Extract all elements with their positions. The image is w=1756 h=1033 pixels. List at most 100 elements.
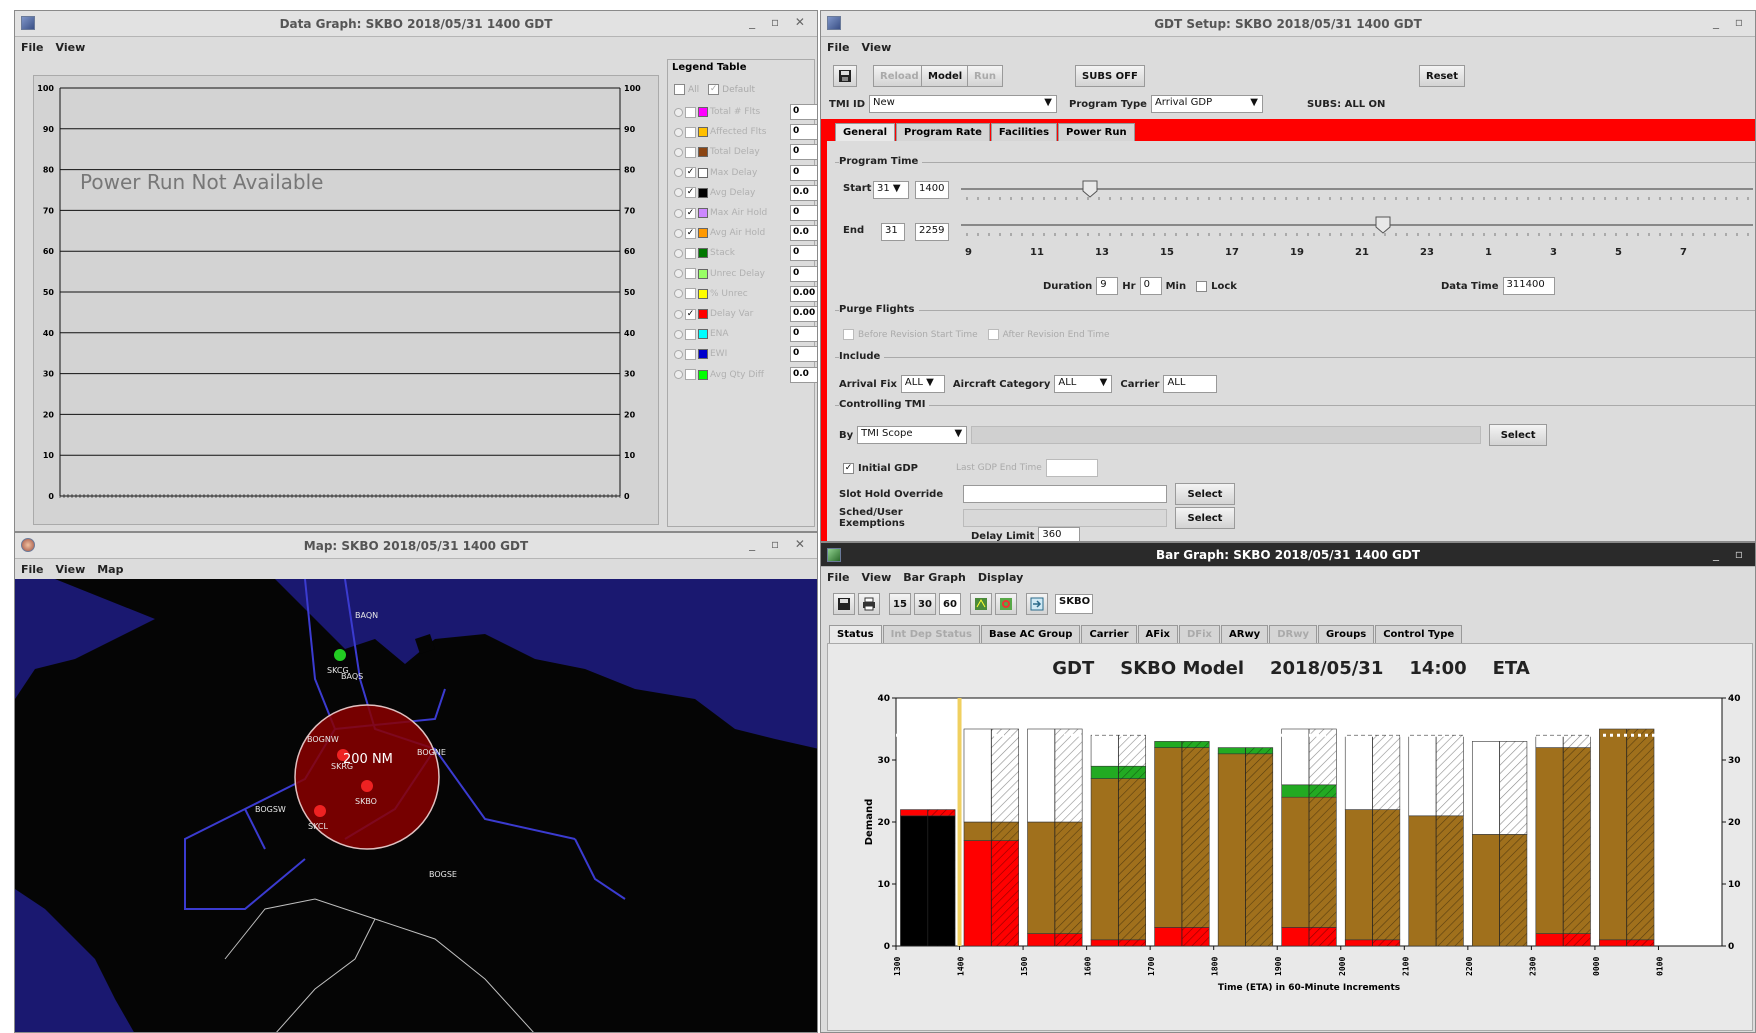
tab-afix[interactable]: AFix (1137, 625, 1178, 643)
legend-radio[interactable] (674, 107, 683, 117)
menu-file[interactable]: File (827, 571, 850, 584)
legend-checkbox[interactable]: ✓ (685, 207, 696, 219)
flights-button[interactable] (970, 593, 992, 615)
legend-row[interactable]: ✓ Avg Delay 0.0 (674, 184, 817, 201)
arrival-fix-select[interactable]: ALL ▼ (900, 375, 945, 393)
legend-radio[interactable] (674, 289, 683, 299)
menu-bar-graph[interactable]: Bar Graph (903, 571, 966, 584)
bin-15-button[interactable]: 15 (889, 593, 911, 615)
delay-limit-field[interactable]: 360 (1038, 527, 1081, 541)
legend-row[interactable]: ✓ Delay Var 0.00 (674, 306, 817, 322)
by-select[interactable]: TMI Scope ▼ (857, 426, 968, 444)
legend-row[interactable]: Total Delay 0 (674, 144, 817, 161)
window-controls-icon[interactable]: _ ▫ (1713, 547, 1749, 561)
start-time-field[interactable]: 1400 (915, 181, 949, 199)
legend-checkbox[interactable] (685, 268, 696, 280)
tab-status[interactable]: Status (829, 625, 882, 643)
duration-min-field[interactable]: 0 (1139, 277, 1162, 295)
menu-file[interactable]: File (21, 41, 44, 54)
end-slider-thumb[interactable] (1375, 216, 1391, 234)
legend-row[interactable]: ✓ Max Delay 0 (674, 164, 817, 181)
program-type-select[interactable]: Arrival GDP ▼ (1150, 95, 1263, 113)
tab-arwy[interactable]: ARwy (1221, 625, 1269, 643)
menu-file[interactable]: File (827, 41, 850, 54)
tab-int-dep-status[interactable]: Int Dep Status (882, 625, 980, 643)
run-button[interactable]: Run (967, 65, 1003, 87)
airport-marker-skcl[interactable] (314, 805, 326, 817)
menu-view[interactable]: View (56, 41, 86, 54)
slot-hold-field[interactable] (963, 485, 1167, 503)
bar-graph-titlebar[interactable]: Bar Graph: SKBO 2018/05/31 1400 GDT _ ▫ (821, 543, 1755, 567)
legend-radio[interactable] (674, 370, 683, 380)
data-time-field[interactable]: 311400 (1502, 277, 1555, 295)
start-day-select[interactable]: 31 ▼ (873, 181, 909, 199)
legend-row[interactable]: ✓ Max Air Hold 0 (674, 205, 817, 221)
legend-checkbox[interactable] (685, 247, 696, 259)
legend-radio[interactable] (674, 208, 683, 218)
end-time-field[interactable]: 2259 (915, 223, 949, 241)
sched-user-field[interactable] (963, 509, 1167, 527)
legend-row[interactable]: Unrec Delay 0 (674, 265, 817, 282)
tab-power-run[interactable]: Power Run (1058, 123, 1135, 141)
airport-marker-skcg[interactable] (334, 649, 346, 661)
menu-file[interactable]: File (21, 563, 44, 576)
legend-radio[interactable] (674, 188, 683, 198)
print-button[interactable] (858, 593, 880, 615)
airport-marker-skbo[interactable] (361, 780, 373, 792)
legend-radio[interactable] (674, 228, 683, 238)
legend-checkbox[interactable] (685, 288, 696, 300)
bin-30-button[interactable]: 30 (914, 593, 936, 615)
save-button[interactable] (833, 593, 855, 615)
sched-user-select-button[interactable]: Select (1175, 507, 1235, 529)
purge-after-checkbox[interactable] (987, 329, 999, 340)
tab-dfix[interactable]: DFix (1178, 625, 1220, 643)
window-controls-icon[interactable]: _ ▫ (1713, 15, 1749, 29)
tab-drwy[interactable]: DRwy (1269, 625, 1317, 643)
legend-checkbox[interactable]: ✓ (685, 227, 696, 239)
legend-checkbox[interactable]: ✓ (685, 308, 696, 320)
lock-checkbox[interactable] (1196, 280, 1208, 292)
tab-groups[interactable]: Groups (1317, 625, 1375, 643)
tab-facilities[interactable]: Facilities (990, 123, 1058, 141)
menu-view[interactable]: View (56, 563, 86, 576)
legend-radio[interactable] (674, 309, 683, 319)
export-button[interactable] (1026, 593, 1048, 615)
legend-checkbox[interactable] (685, 146, 696, 158)
map-canvas[interactable]: BAQN SKCG BAQS BOGNW SKRG BOGNE SKBO BOG… (15, 579, 818, 1033)
aircraft-category-select[interactable]: ALL ▼ (1054, 375, 1113, 393)
legend-checkbox[interactable] (685, 126, 696, 138)
save-button[interactable] (833, 65, 857, 87)
legend-checkbox[interactable] (685, 369, 696, 381)
legend-checkbox[interactable] (685, 106, 696, 118)
legend-row[interactable]: ✓ Avg Air Hold 0.0 (674, 225, 817, 242)
last-gdp-end-field[interactable] (1045, 459, 1098, 477)
legend-radio[interactable] (674, 269, 683, 279)
legend-radio[interactable] (674, 329, 683, 339)
tab-program-rate[interactable]: Program Rate (896, 123, 990, 141)
legend-checkbox[interactable]: ✓ (685, 187, 696, 199)
map-titlebar[interactable]: Map: SKBO 2018/05/31 1400 GDT _ ▫ ✕ (15, 533, 817, 559)
legend-row[interactable]: Stack 0 (674, 245, 817, 262)
tmi-id-select[interactable]: New ▼ (869, 95, 1057, 113)
menu-map[interactable]: Map (97, 563, 123, 576)
demand-bar-chart[interactable]: 0 0 10 10 20 20 30 30 40 40 Demand 1300 1400 1500 1600… (828, 690, 1754, 1030)
end-day-field[interactable]: 31 (881, 223, 905, 241)
tab-general[interactable]: General (835, 123, 895, 141)
controlling-select-button[interactable]: Select (1489, 424, 1548, 446)
airport-field[interactable]: SKBO (1055, 594, 1093, 614)
legend-checkbox[interactable] (685, 348, 696, 360)
legend-checkbox[interactable]: ✓ (685, 167, 696, 179)
tab-carrier[interactable]: Carrier (1081, 625, 1137, 643)
slot-hold-select-button[interactable]: Select (1175, 483, 1235, 505)
legend-radio[interactable] (674, 349, 683, 359)
legend-row[interactable]: EWI 0 (674, 346, 817, 363)
tmi-scope-field[interactable] (971, 426, 1482, 444)
duration-hr-field[interactable]: 9 (1096, 277, 1119, 295)
subs-off-button[interactable]: SUBS OFF (1075, 65, 1145, 87)
tab-base-ac-group[interactable]: Base AC Group (981, 625, 1081, 643)
legend-radio[interactable] (674, 248, 683, 258)
tab-control-type[interactable]: Control Type (1375, 625, 1463, 643)
window-controls-icon[interactable]: _ ▫ ✕ (749, 15, 811, 29)
reload-button[interactable]: Reload (873, 65, 926, 87)
carrier-field[interactable]: ALL (1163, 375, 1218, 393)
